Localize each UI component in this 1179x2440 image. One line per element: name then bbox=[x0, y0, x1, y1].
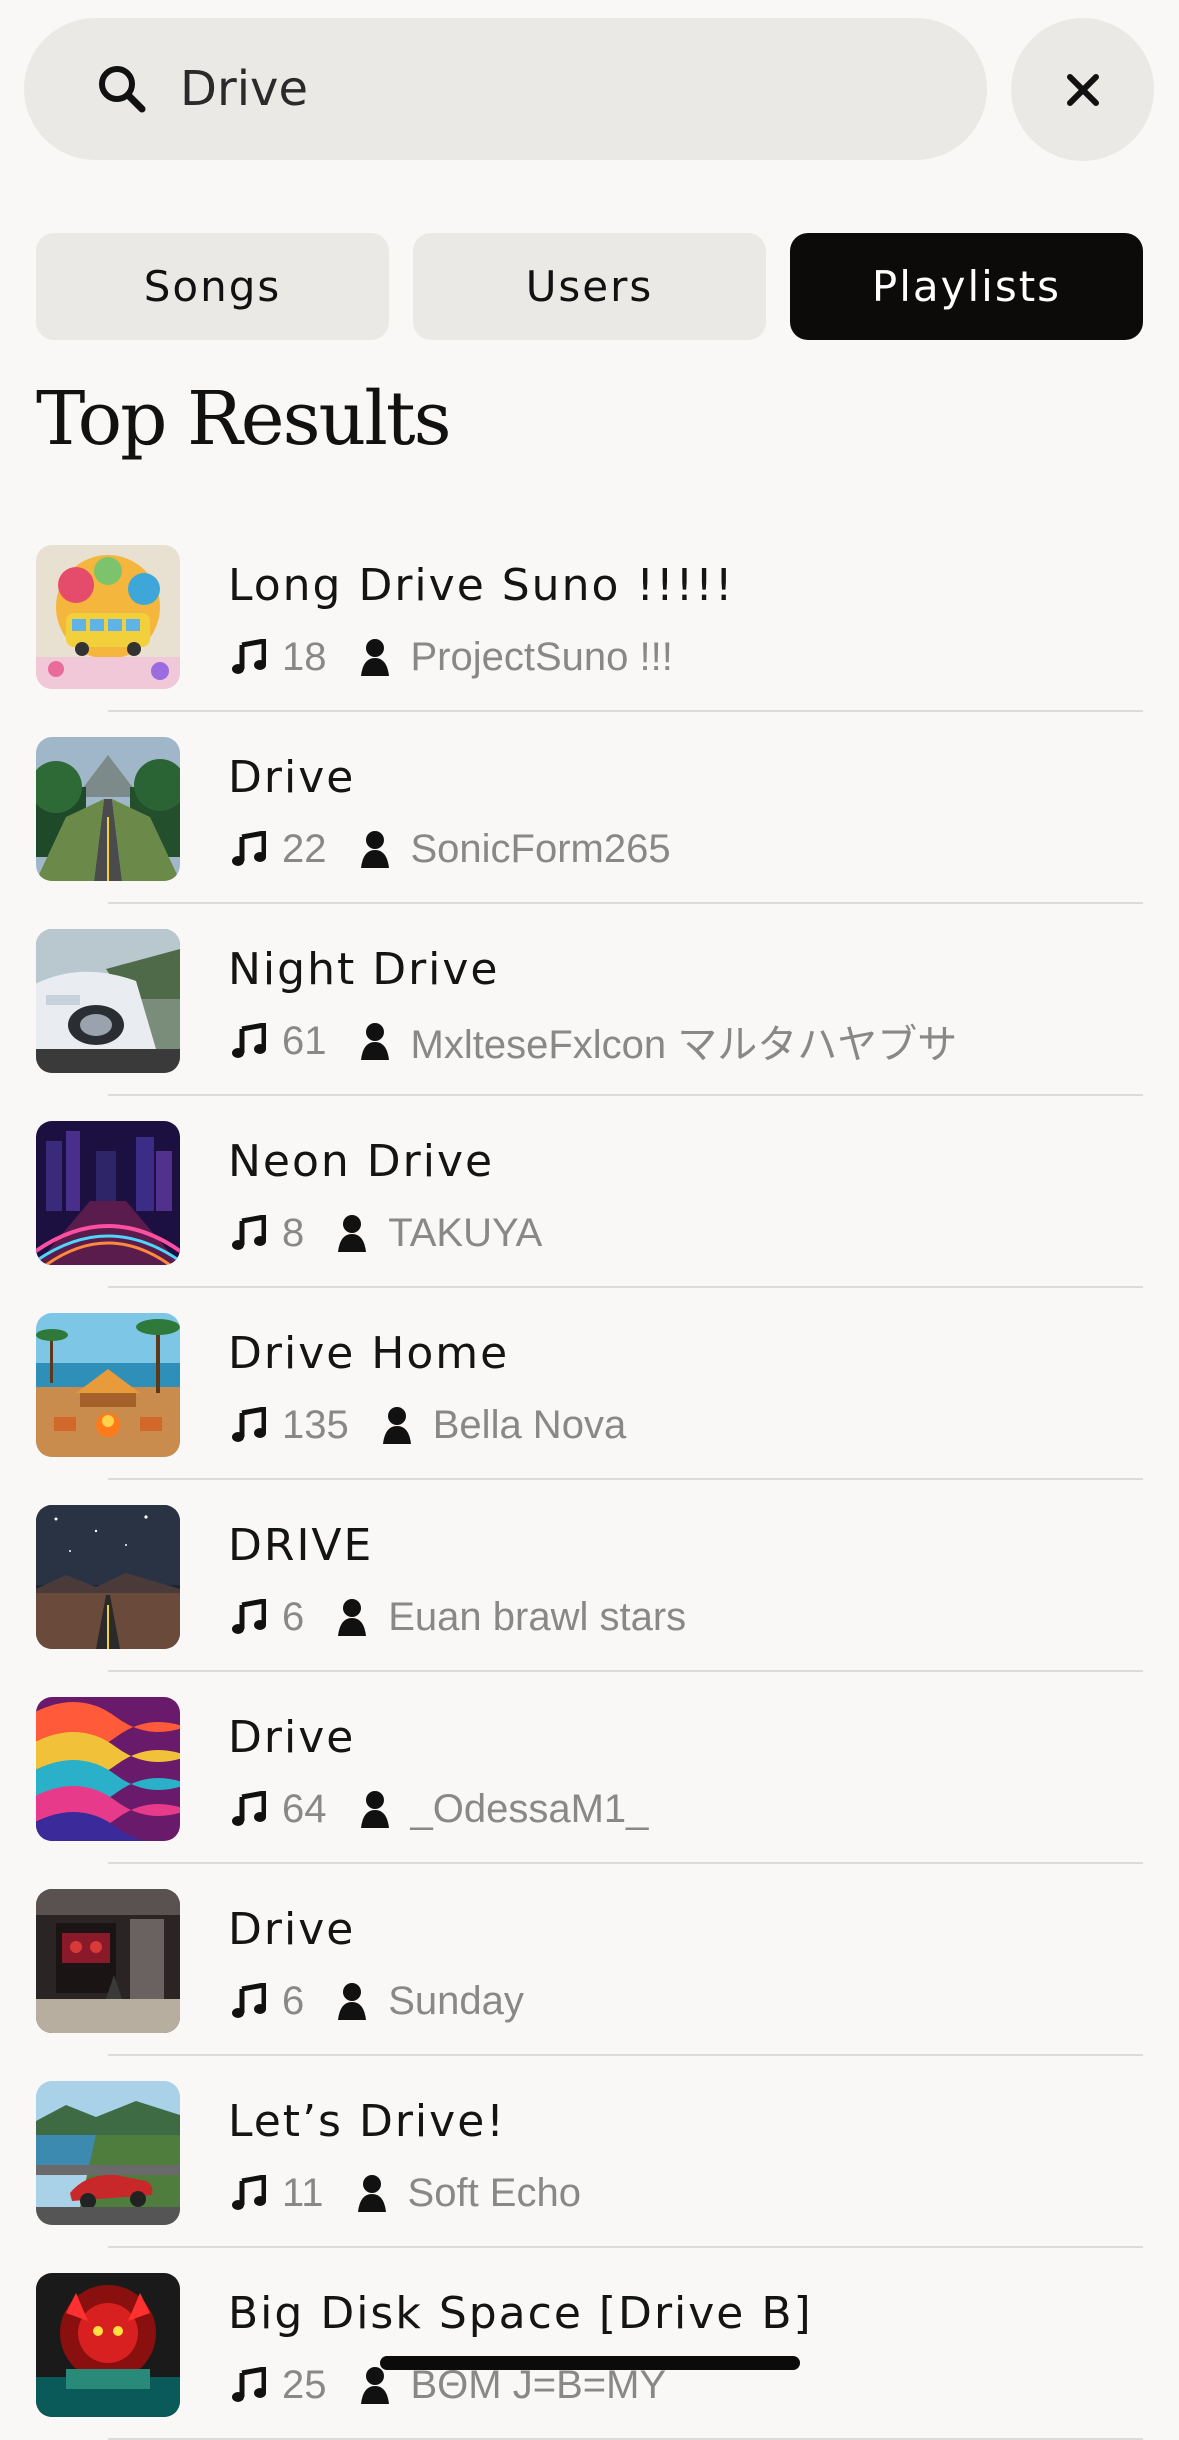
music-note-icon bbox=[232, 1599, 266, 1634]
song-count: 25 bbox=[282, 2362, 327, 2407]
playlist-title: Big Disk Space [Drive B] bbox=[228, 2288, 813, 2339]
playlist-owner[interactable]: SonicForm265 bbox=[411, 827, 671, 872]
playlist-owner[interactable]: Sunday bbox=[388, 1979, 524, 2024]
playlist-title: Night Drive bbox=[228, 944, 500, 995]
playlist-meta: 61 MxlteseFxlcon マルタハヤブサ bbox=[232, 1018, 957, 1067]
playlist-cover bbox=[36, 2273, 180, 2417]
song-count: 11 bbox=[282, 2170, 324, 2215]
playlist-row[interactable]: Drive 64 _OdessaM1_ bbox=[0, 1672, 1179, 1864]
music-note-icon bbox=[232, 831, 266, 866]
playlist-owner[interactable]: TAKUYA bbox=[388, 1211, 542, 1256]
home-indicator bbox=[380, 2356, 800, 2370]
section-title: Top Results bbox=[36, 376, 452, 462]
music-note-icon bbox=[232, 1023, 266, 1058]
song-count: 6 bbox=[282, 1978, 305, 2023]
close-button[interactable] bbox=[1011, 18, 1154, 161]
playlist-row[interactable]: Long Drive Suno !!!!! 18 ProjectSuno !!! bbox=[0, 520, 1179, 712]
user-icon bbox=[360, 831, 389, 868]
results-list: Long Drive Suno !!!!! 18 ProjectSuno !!! Dr… bbox=[0, 520, 1179, 2440]
song-count: 61 bbox=[282, 1018, 327, 1063]
music-note-icon bbox=[232, 2367, 266, 2402]
user-icon bbox=[360, 1023, 389, 1060]
playlist-owner[interactable]: Soft Echo bbox=[408, 2171, 581, 2216]
song-count: 6 bbox=[282, 1594, 305, 1639]
playlist-row[interactable]: Night Drive 61 MxlteseFxlcon マルタハヤブサ bbox=[0, 904, 1179, 1096]
tab-songs[interactable]: Songs bbox=[36, 233, 389, 340]
playlist-cover bbox=[36, 737, 180, 881]
user-icon bbox=[338, 1215, 367, 1252]
music-note-icon bbox=[232, 2175, 266, 2210]
playlist-row[interactable]: Drive 6 Sunday bbox=[0, 1864, 1179, 2056]
user-icon bbox=[360, 639, 389, 676]
playlist-meta: 8 TAKUYA bbox=[232, 1211, 542, 1255]
playlist-title: Let’s Drive! bbox=[228, 2096, 506, 2147]
user-icon bbox=[360, 1791, 389, 1828]
playlist-owner[interactable]: Euan brawl stars bbox=[388, 1595, 686, 1640]
playlist-row[interactable]: Drive 22 SonicForm265 bbox=[0, 712, 1179, 904]
playlist-meta: 11 Soft Echo bbox=[232, 2171, 581, 2215]
playlist-cover bbox=[36, 1121, 180, 1265]
playlist-cover bbox=[36, 1697, 180, 1841]
user-icon bbox=[357, 2175, 386, 2212]
user-icon bbox=[360, 2367, 389, 2404]
tab-playlists[interactable]: Playlists bbox=[790, 233, 1143, 340]
playlist-title: Drive bbox=[228, 1712, 356, 1763]
playlist-owner[interactable]: MxlteseFxlcon マルタハヤブサ bbox=[411, 1012, 958, 1070]
playlist-row[interactable]: Let’s Drive! 11 Soft Echo bbox=[0, 2056, 1179, 2248]
playlist-cover bbox=[36, 929, 180, 1073]
song-count: 135 bbox=[282, 1402, 349, 1447]
playlist-cover bbox=[36, 545, 180, 689]
user-icon bbox=[338, 1983, 367, 2020]
playlist-owner[interactable]: Bella Nova bbox=[433, 1403, 626, 1448]
playlist-title: Neon Drive bbox=[228, 1136, 495, 1187]
song-count: 18 bbox=[282, 634, 327, 679]
playlist-title: Drive bbox=[228, 752, 356, 803]
playlist-title: Long Drive Suno !!!!! bbox=[228, 560, 735, 611]
playlist-cover bbox=[36, 1889, 180, 2033]
search-input[interactable] bbox=[180, 61, 940, 117]
music-note-icon bbox=[232, 1215, 266, 1250]
user-icon bbox=[338, 1599, 367, 1636]
search-icon bbox=[94, 61, 150, 117]
playlist-owner[interactable]: ProjectSuno !!! bbox=[411, 635, 673, 680]
search-bar[interactable] bbox=[24, 18, 987, 160]
playlist-meta: 22 SonicForm265 bbox=[232, 827, 671, 871]
playlist-owner[interactable]: _OdessaM1_ bbox=[411, 1787, 649, 1832]
music-note-icon bbox=[232, 1791, 266, 1826]
playlist-cover bbox=[36, 1313, 180, 1457]
playlist-title: Drive bbox=[228, 1904, 356, 1955]
song-count: 22 bbox=[282, 826, 327, 871]
song-count: 8 bbox=[282, 1210, 305, 1255]
playlist-meta: 64 _OdessaM1_ bbox=[232, 1787, 648, 1831]
playlist-row[interactable]: Big Disk Space [Drive B] 25 BΘM J=B=MY bbox=[0, 2248, 1179, 2440]
playlist-title: Drive Home bbox=[228, 1328, 510, 1379]
playlist-meta: 6 Sunday bbox=[232, 1979, 524, 2023]
filter-tabs: Songs Users Playlists bbox=[36, 233, 1143, 340]
tab-users[interactable]: Users bbox=[413, 233, 766, 340]
music-note-icon bbox=[232, 639, 266, 674]
playlist-meta: 135 Bella Nova bbox=[232, 1403, 626, 1447]
song-count: 64 bbox=[282, 1786, 327, 1831]
music-note-icon bbox=[232, 1407, 266, 1442]
music-note-icon bbox=[232, 1983, 266, 2018]
playlist-cover bbox=[36, 1505, 180, 1649]
close-icon bbox=[1066, 73, 1099, 106]
playlist-row[interactable]: Neon Drive 8 TAKUYA bbox=[0, 1096, 1179, 1288]
playlist-cover bbox=[36, 2081, 180, 2225]
playlist-row[interactable]: Drive Home 135 Bella Nova bbox=[0, 1288, 1179, 1480]
playlist-meta: 18 ProjectSuno !!! bbox=[232, 635, 673, 679]
playlist-row[interactable]: DRIVE 6 Euan brawl stars bbox=[0, 1480, 1179, 1672]
playlist-meta: 6 Euan brawl stars bbox=[232, 1595, 686, 1639]
user-icon bbox=[382, 1407, 411, 1444]
playlist-title: DRIVE bbox=[228, 1520, 374, 1571]
